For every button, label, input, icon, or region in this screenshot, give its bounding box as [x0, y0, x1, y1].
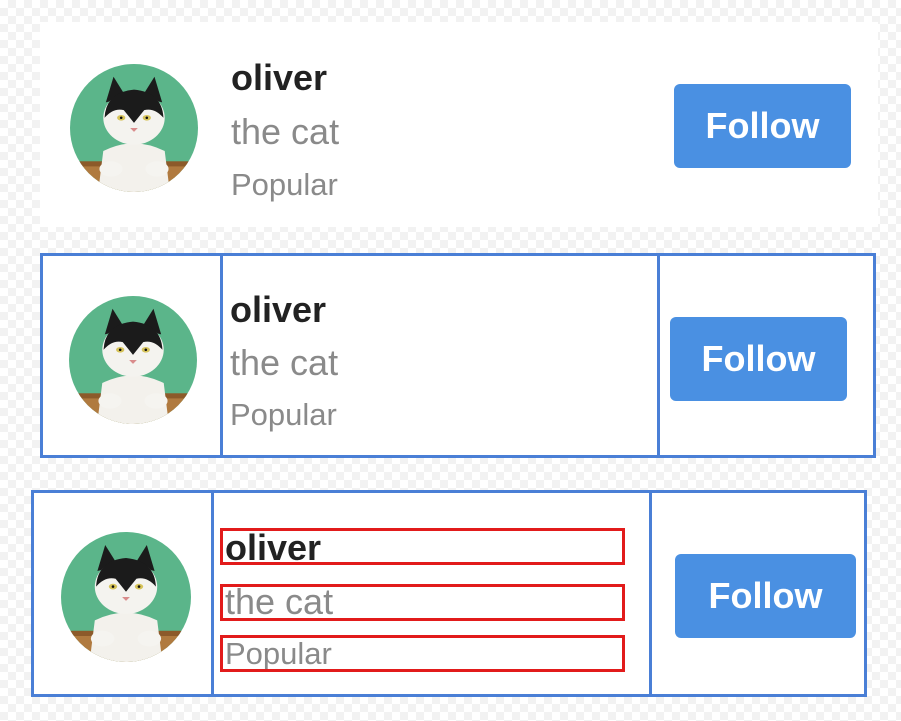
avatar	[61, 532, 191, 662]
popularity-label: Popular	[231, 167, 338, 202]
cat-photo-icon	[61, 532, 191, 662]
user-name: oliver	[231, 57, 328, 98]
user-card: oliver the cat Popular Follow	[40, 253, 876, 458]
cat-photo-icon	[70, 64, 198, 192]
follow-button[interactable]: Follow	[674, 84, 851, 168]
user-subtitle: the cat	[231, 111, 340, 152]
popularity-label: Popular	[225, 636, 332, 671]
follow-button[interactable]: Follow	[670, 317, 847, 401]
user-subtitle: the cat	[230, 342, 339, 383]
user-card: oliver the cat Popular Follow	[40, 22, 878, 227]
avatar	[70, 64, 198, 192]
user-name: oliver	[230, 289, 327, 330]
popularity-label: Popular	[230, 397, 337, 432]
user-subtitle: the cat	[225, 581, 334, 622]
user-name: oliver	[225, 527, 322, 568]
follow-button[interactable]: Follow	[675, 554, 856, 638]
cat-photo-icon	[69, 296, 197, 424]
user-card: oliver the cat Popular Follow	[31, 490, 867, 697]
avatar	[69, 296, 197, 424]
